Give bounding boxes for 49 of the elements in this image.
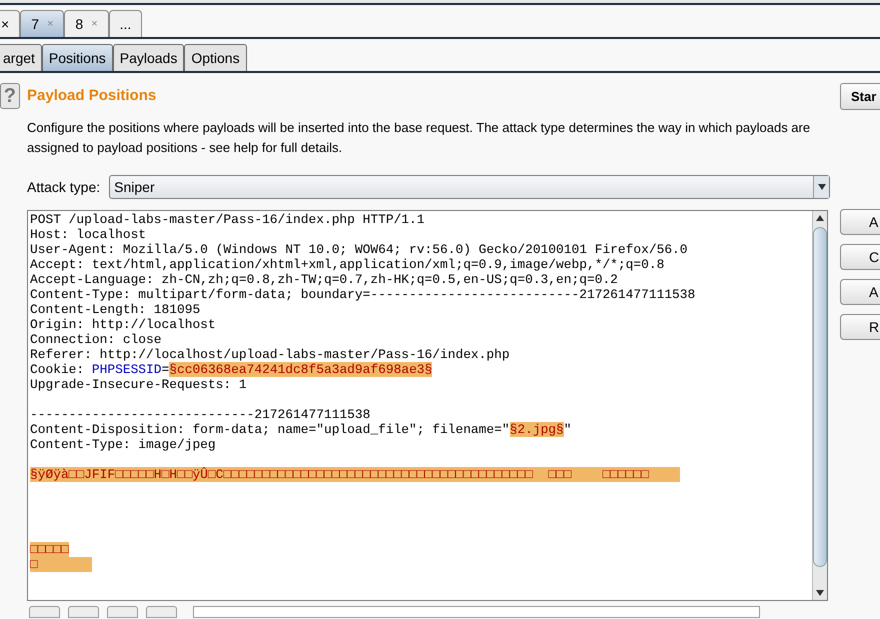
side-button[interactable]: A — [840, 279, 880, 305]
request-tab[interactable]: 7 × — [20, 10, 64, 37]
payload-marker: §ÿØÿà□□JFIF□□□□□H□H□□ÿÛ□C□□□□□□□□□□□□□□□□□□□□□□□□□□□□□□□□□□□□□□□□ □□□ □□□□□□ — [30, 467, 680, 482]
request-text: Origin: http://localhost — [30, 317, 216, 332]
payload-marker: □ — [30, 557, 92, 572]
section-description: Configure the positions where payloads will be inserted into the base request. The attack type determines the way in which payloads are assigned to payload positions - see help for full details. — [27, 119, 812, 157]
request-text: Content-Length: 181095 — [30, 302, 200, 317]
toolbar-button[interactable] — [29, 606, 60, 618]
request-text: Host: localhost — [30, 227, 146, 242]
request-tab[interactable]: 8 × — [64, 10, 109, 37]
request-text: Cookie: — [30, 362, 86, 377]
request-tab[interactable]: × — [0, 10, 20, 37]
request-text: Content-Type: image/jpeg — [30, 437, 216, 452]
help-button[interactable]: ? — [0, 83, 20, 109]
attack-type-dropdown[interactable]: Sniper — [109, 175, 830, 199]
caret-icon — [813, 176, 830, 198]
scrollbar[interactable] — [812, 211, 827, 600]
payload-marker: §2.jpg§ — [510, 422, 564, 437]
request-text: Accept: text/html,application/xhtml+xml,application/xml;q=0.9,image/webp,*/*;q=0.8 — [30, 257, 664, 272]
side-button[interactable]: A — [840, 209, 880, 235]
toolbar-button[interactable] — [146, 606, 177, 618]
tab[interactable]: arget — [0, 44, 42, 71]
payload-marker: §cc06368ea74241dc8f5a3ad9af698ae3§ — [169, 362, 432, 377]
request-tab[interactable]: ... — [108, 10, 142, 37]
tab[interactable]: Options — [184, 44, 247, 71]
request-text: Referer: http://localhost/upload-labs-master/Pass-16/index.php — [30, 347, 510, 362]
section-title: Payload Positions — [27, 86, 156, 106]
request-text: User-Agent: Mozilla/5.0 (Windows NT 10.0; WOW64; rv:56.0) Gecko/20100101 Firefox/56.0 — [30, 242, 688, 257]
request-text: Accept-Language: zh-CN,zh;q=0.8,zh-TW;q=0.7,zh-HK;q=0.5,en-US;q=0.3,en;q=0.2 — [30, 272, 618, 287]
request-text: Connection: close — [30, 332, 162, 347]
tab[interactable]: Positions — [42, 44, 113, 71]
tab[interactable]: Payloads — [112, 44, 184, 71]
request-text: -----------------------------217261477111538 — [30, 407, 370, 422]
request-text: POST /upload-labs-master/Pass-16/index.php HTTP/1.1 — [30, 212, 425, 227]
request-text: Upgrade-Insecure-Requests: 1 — [30, 377, 247, 392]
request-text: " — [564, 422, 572, 437]
search-field[interactable] — [193, 606, 760, 618]
side-button[interactable]: C — [840, 244, 880, 270]
side-button[interactable]: R — [840, 314, 880, 340]
request-text: Content-Disposition: form-data; name="upload_file"; filename=" — [30, 422, 510, 437]
toolbar-button[interactable] — [68, 606, 99, 618]
payload-marker: □□□□□ — [30, 542, 69, 557]
request-text: Content-Type: multipart/form-data; boundary=---------------------------217261477111538 — [30, 287, 696, 302]
request-text: = — [162, 362, 170, 377]
start-attack-button[interactable]: Star — [840, 83, 880, 110]
toolbar-button[interactable] — [107, 606, 138, 618]
param-name: PHPSESSID — [92, 362, 162, 377]
request-editor[interactable] — [27, 210, 828, 601]
attack-type-label: Attack type: — [27, 178, 100, 197]
